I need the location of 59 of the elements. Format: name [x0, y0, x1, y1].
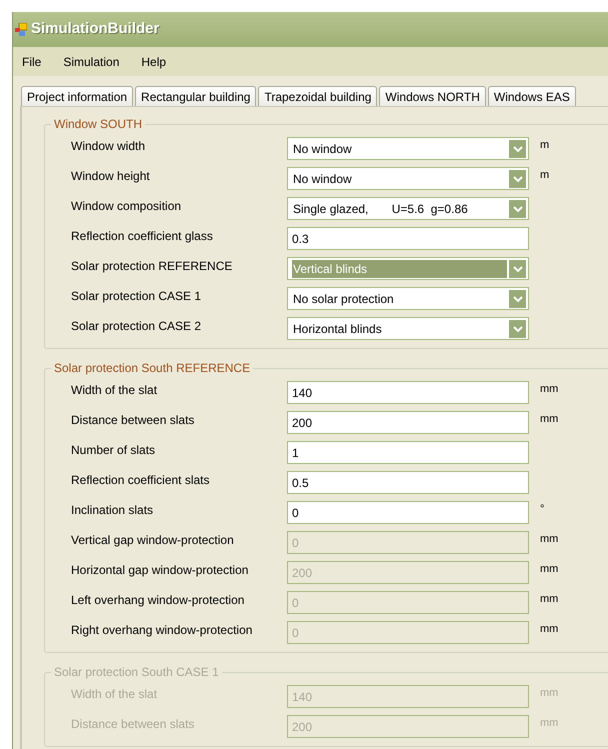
unit-label: mm — [540, 592, 558, 607]
field-label: Right overhang window-protection — [71, 622, 254, 639]
window-title: SimulationBuilder — [31, 19, 160, 40]
text-field[interactable]: 200 — [287, 411, 529, 434]
field-label: Inclination slats — [71, 502, 154, 519]
unit-label: m — [540, 138, 550, 153]
tab[interactable]: Trapezoidal building — [258, 86, 378, 106]
text-field[interactable]: 0.3 — [287, 227, 529, 250]
field-label: Vertical gap window-protection — [71, 532, 235, 549]
field-label: Number of slats — [71, 442, 156, 459]
text-field[interactable]: 0.5 — [287, 471, 529, 494]
field-label: Width of the slat — [71, 686, 158, 703]
field-label: Window height — [71, 168, 151, 185]
dropdown-value: Single glazed, U=5.6 g=0.86 — [292, 200, 469, 218]
field-label: Distance between slats — [71, 716, 196, 733]
field-label: Distance between slats — [71, 412, 196, 429]
group-title: Solar protection South REFERENCE — [53, 360, 252, 377]
field-label: Left overhang window-protection — [71, 592, 246, 609]
tab[interactable]: Windows NORTH — [379, 86, 486, 106]
group-title: Solar protection South CASE 1 — [53, 664, 220, 681]
dropdown[interactable]: No window — [287, 137, 529, 160]
field-label: Width of the slat — [71, 382, 158, 399]
group-title: Window SOUTH — [53, 116, 144, 133]
dropdown-value: Vertical blinds — [292, 260, 507, 278]
unit-label: m — [540, 168, 550, 183]
unit-label: mm — [540, 622, 558, 637]
text-field[interactable]: 0 — [287, 501, 529, 524]
unit-label: ° — [540, 502, 544, 517]
unit-label: mm — [540, 686, 558, 701]
dropdown[interactable]: Single glazed, U=5.6 g=0.86 — [287, 197, 529, 220]
field-label: Solar protection CASE 2 — [71, 318, 202, 335]
unit-label: mm — [540, 532, 558, 547]
field-label: Solar protection CASE 1 — [71, 288, 202, 305]
text-field[interactable]: 140 — [287, 381, 529, 404]
field-label: Solar protection REFERENCE — [71, 258, 234, 275]
unit-label: mm — [540, 716, 558, 731]
text-field[interactable]: 1 — [287, 441, 529, 464]
dropdown-value: Horizontal blinds — [292, 320, 383, 338]
field-label: Window composition — [71, 198, 182, 215]
dropdown-value: No window — [292, 170, 353, 188]
app-icon — [15, 22, 27, 36]
menu-item[interactable]: Help — [141, 52, 166, 70]
dropdown[interactable]: No window — [287, 167, 529, 190]
menu-item[interactable]: Simulation — [63, 52, 120, 70]
dropdown[interactable]: No solar protection — [287, 287, 529, 310]
tab[interactable]: Project information — [21, 86, 134, 106]
tab[interactable]: Rectangular building — [135, 86, 256, 106]
menu-item[interactable]: File — [22, 52, 42, 70]
field-label: Reflection coefficient slats — [71, 472, 211, 489]
field-label: Window width — [71, 138, 146, 155]
dropdown[interactable]: Horizontal blinds — [287, 317, 529, 340]
field-label: Reflection coefficient glass — [71, 228, 214, 245]
unit-label: mm — [540, 382, 558, 397]
unit-label: mm — [540, 562, 558, 577]
dropdown-value: No window — [292, 140, 353, 158]
unit-label: mm — [540, 412, 558, 427]
tab[interactable]: Windows EAS — [488, 86, 576, 106]
dropdown-value: No solar protection — [292, 290, 395, 308]
field-label: Horizontal gap window-protection — [71, 562, 250, 579]
